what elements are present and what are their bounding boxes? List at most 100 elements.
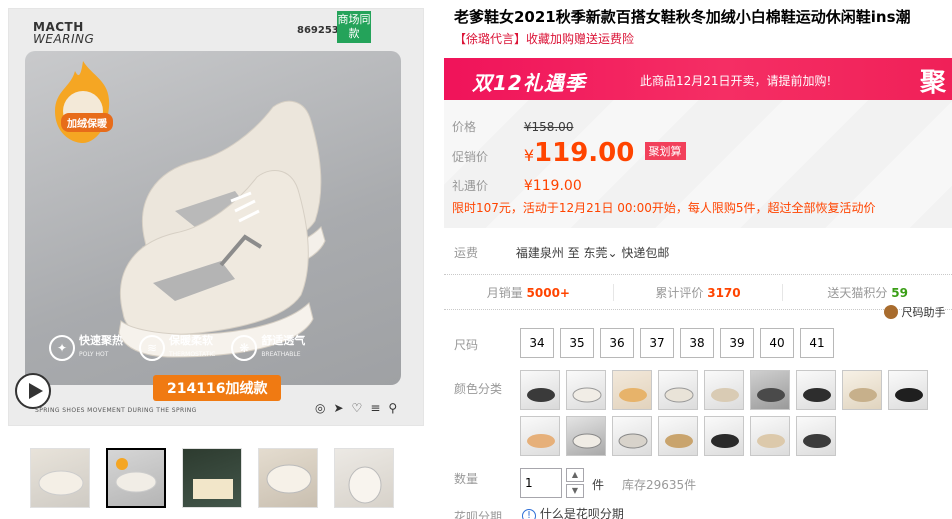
thumbnail[interactable] bbox=[182, 448, 242, 508]
color-swatch[interactable] bbox=[658, 416, 698, 456]
size-option[interactable]: 40 bbox=[760, 328, 794, 358]
tmall-points-value: 59 bbox=[891, 285, 908, 300]
feature-sub: BREATHABLE bbox=[261, 351, 301, 358]
color-swatch[interactable] bbox=[520, 416, 560, 456]
huabei-link-text: 什么是花呗分期 bbox=[539, 507, 624, 519]
image-tagline: SPRING SHOES MOVEMENT DURING THE SPRING bbox=[35, 407, 197, 414]
promo-price: ¥119.00 bbox=[524, 138, 639, 168]
quantity-label: 数量 bbox=[454, 472, 479, 486]
ship-to: 东莞 bbox=[583, 246, 608, 260]
feature-title: 舒适透气 bbox=[261, 334, 306, 347]
color-swatch[interactable] bbox=[566, 416, 606, 456]
gift-price: ¥119.00 bbox=[523, 178, 582, 194]
color-options bbox=[520, 370, 940, 456]
huabei-info-link[interactable]: ! 什么是花呗分期 bbox=[522, 505, 624, 519]
color-swatch[interactable] bbox=[750, 416, 790, 456]
promo-banner[interactable]: 双12礼遇季 此商品12月21日开卖，请提前加购! 聚 bbox=[444, 58, 952, 100]
thumbnail-active[interactable] bbox=[106, 448, 166, 508]
feather-icon: ✦ bbox=[49, 335, 75, 361]
deal-tag[interactable]: 聚划算 bbox=[644, 142, 686, 160]
thumbnail[interactable] bbox=[334, 448, 394, 508]
product-subtitle[interactable]: 【徐璐代言】收藏加购赠送运费险 bbox=[454, 30, 634, 47]
color-swatch[interactable] bbox=[520, 370, 560, 410]
shoe-thumb-icon bbox=[115, 458, 157, 493]
color-swatch[interactable] bbox=[796, 370, 836, 410]
variant-banner: 214116加绒款 bbox=[153, 375, 282, 401]
chevron-down-icon: ⌄ bbox=[607, 246, 618, 260]
video-play-button[interactable] bbox=[15, 373, 51, 409]
stock-count: 库存29635件 bbox=[622, 478, 697, 492]
quantity-increase-button[interactable]: ▲ bbox=[566, 468, 584, 482]
color-swatch[interactable] bbox=[612, 416, 652, 456]
size-option[interactable]: 41 bbox=[800, 328, 834, 358]
shoe-thumb-icon bbox=[266, 464, 312, 494]
ship-to-prefix: 至 bbox=[567, 246, 580, 260]
breathable-icon: ❋ bbox=[231, 335, 258, 361]
size-option[interactable]: 37 bbox=[640, 328, 674, 358]
thumbnail-strip bbox=[30, 448, 394, 508]
size-helper-icon bbox=[884, 305, 898, 319]
monthly-sales-value: 5000+ bbox=[526, 285, 570, 300]
size-helper-label: 尺码助手 bbox=[901, 306, 946, 319]
color-swatch[interactable] bbox=[842, 370, 882, 410]
size-label: 尺码 bbox=[454, 338, 479, 352]
share-icon[interactable]: ➤ bbox=[333, 401, 343, 415]
size-option[interactable]: 38 bbox=[680, 328, 714, 358]
heart-icon[interactable]: ♡ bbox=[352, 401, 363, 415]
thermo-icon: ≋ bbox=[139, 335, 165, 361]
monthly-sales-label: 月销量 bbox=[486, 285, 523, 300]
size-helper-button[interactable]: 尺码助手 bbox=[884, 304, 946, 320]
gift-price-row: 礼遇价 ¥119.00 bbox=[452, 177, 582, 194]
color-swatch[interactable] bbox=[704, 370, 744, 410]
color-swatch[interactable] bbox=[612, 370, 652, 410]
promo-logo: 双12礼遇季 bbox=[472, 71, 586, 95]
same-as-mall-badge: 商场同款 bbox=[337, 11, 371, 43]
product-title: 老爹鞋女2021秋季新款百搭女鞋秋冬加绒小白棉鞋运动休闲鞋ins潮 bbox=[454, 8, 911, 26]
promo-price-label: 促销价 bbox=[452, 150, 489, 164]
feature-item: ✦ 快速聚热 POLY HOT bbox=[49, 335, 123, 361]
promo-price-amount: 119.00 bbox=[534, 138, 635, 168]
shipping-row: 运费 福建泉州 至 东莞⌄ 快递包邮 bbox=[454, 244, 669, 261]
tmall-points: 送天猫积分 59 bbox=[783, 284, 952, 301]
thumbnail[interactable] bbox=[30, 448, 90, 508]
color-swatch[interactable] bbox=[566, 370, 606, 410]
original-price-label: 价格 bbox=[452, 120, 477, 134]
promo-price-row: 促销价 ¥119.00 聚划算 bbox=[452, 138, 686, 168]
size-options: 34 35 36 37 38 39 40 41 bbox=[520, 328, 834, 358]
color-swatch[interactable] bbox=[750, 370, 790, 410]
brand-logo: MACTH WEARING bbox=[33, 20, 95, 46]
thumbnail[interactable] bbox=[258, 448, 318, 508]
info-icon: ! bbox=[522, 509, 536, 519]
color-swatch[interactable] bbox=[704, 416, 744, 456]
size-option[interactable]: 39 bbox=[720, 328, 754, 358]
size-option[interactable]: 35 bbox=[560, 328, 594, 358]
instagram-icon[interactable]: ◎ bbox=[315, 401, 325, 415]
size-option[interactable]: 34 bbox=[520, 328, 554, 358]
price-panel: 价格 ¥158.00 促销价 ¥119.00 聚划算 礼遇价 ¥119.00 限… bbox=[444, 100, 952, 228]
color-swatch[interactable] bbox=[796, 416, 836, 456]
color-swatch[interactable] bbox=[888, 370, 928, 410]
main-product-image[interactable]: MACTH WEARING 869253 商场同款 加绒保暖 ✦ 快速聚热 PO… bbox=[8, 8, 424, 426]
tmall-points-label: 送天猫积分 bbox=[827, 285, 888, 300]
color-swatch[interactable] bbox=[658, 370, 698, 410]
size-option[interactable]: 36 bbox=[600, 328, 634, 358]
feature-title: 保暖柔软 bbox=[169, 334, 213, 347]
zoom-search-icon[interactable]: ⚲ bbox=[388, 401, 397, 415]
shoe-thumb-icon bbox=[193, 479, 233, 499]
review-count[interactable]: 累计评价 3170 bbox=[614, 283, 784, 301]
shoe-thumb-icon bbox=[348, 466, 382, 504]
feature-sub: THERMOSTATIC bbox=[169, 351, 216, 358]
review-count-label: 累计评价 bbox=[655, 285, 704, 300]
juhuasuan-tag: 聚 bbox=[919, 68, 946, 98]
gift-price-label: 礼遇价 bbox=[452, 179, 489, 193]
original-price: ¥158.00 bbox=[523, 120, 574, 134]
review-count-value: 3170 bbox=[707, 285, 741, 300]
menu-icon[interactable]: ≡ bbox=[370, 401, 380, 415]
huabei-label: 花呗分期 bbox=[454, 510, 503, 519]
product-code: 869253 bbox=[297, 25, 339, 36]
quantity-decrease-button[interactable]: ▼ bbox=[566, 484, 584, 498]
quantity-input[interactable] bbox=[520, 468, 562, 498]
ship-to-select[interactable]: 东莞⌄ bbox=[584, 246, 618, 260]
shipping-label: 运费 bbox=[454, 246, 479, 260]
currency-symbol: ¥ bbox=[523, 146, 535, 165]
